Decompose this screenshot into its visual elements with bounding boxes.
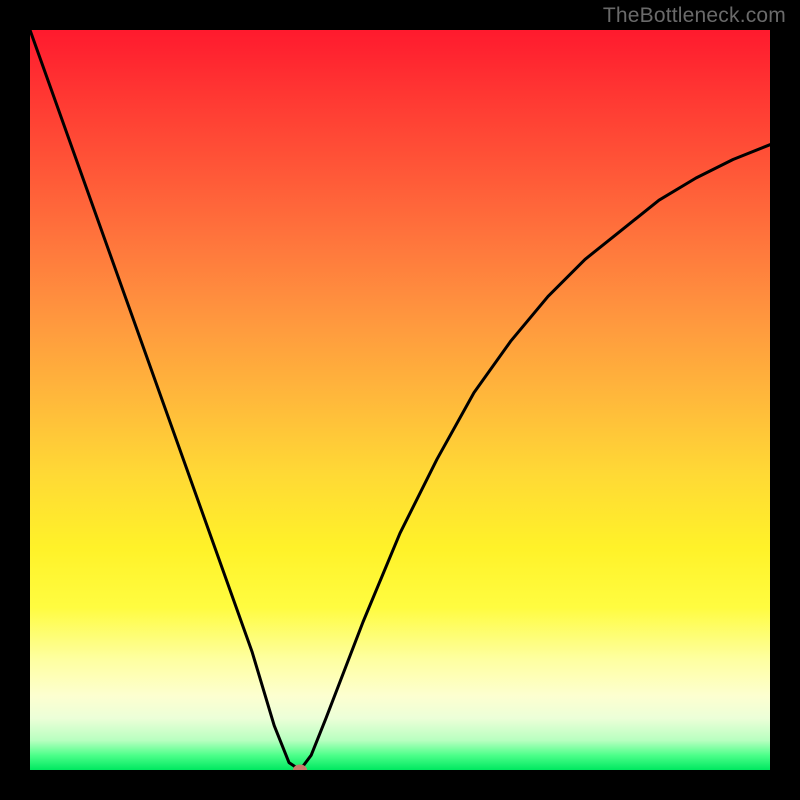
watermark-text: TheBottleneck.com <box>603 4 786 28</box>
optimum-marker <box>293 765 307 771</box>
chart-container: TheBottleneck.com <box>0 0 800 800</box>
plot-area <box>30 30 770 770</box>
bottleneck-curve <box>30 30 770 770</box>
